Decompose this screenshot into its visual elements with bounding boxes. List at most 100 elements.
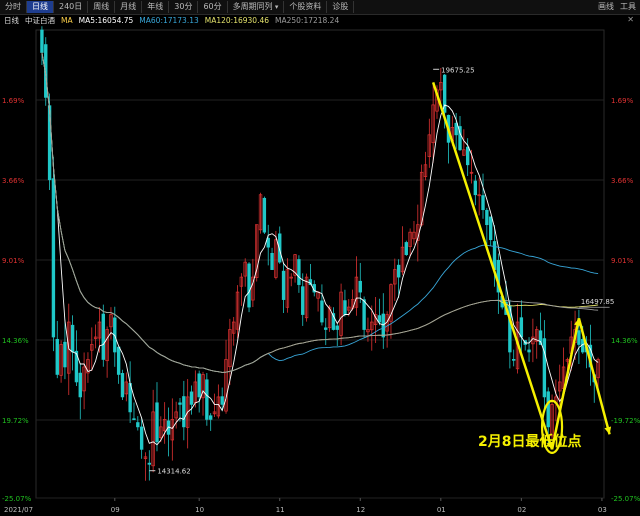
- ma-legend: 日线 中证白酒 MA MA5:16054.75 MA60:17173.13 MA…: [0, 15, 640, 26]
- chart-annotations: 19675.25 14314.62 16497.85 2月8日最低位点: [149, 66, 614, 476]
- candle-body: [189, 391, 194, 405]
- candle-body: [51, 178, 56, 338]
- x-axis-label: 2021/07: [4, 506, 33, 514]
- moving-average-lines: [41, 52, 599, 446]
- period-label: 日线: [4, 16, 19, 25]
- left-axis-label: -25.07%: [2, 495, 32, 503]
- candle-body: [546, 391, 550, 428]
- candles: [40, 26, 600, 481]
- candle-body: [101, 313, 105, 360]
- tools-menu-button[interactable]: 工具: [620, 1, 636, 12]
- ma120-value: MA120:16930.46: [204, 16, 269, 25]
- candle-body: [262, 197, 267, 233]
- right-axis-label: -19.72%: [611, 417, 640, 425]
- candle-body: [40, 29, 44, 53]
- candle-body: [78, 372, 82, 398]
- tab-5[interactable]: 年线: [142, 1, 170, 13]
- candle-body: [396, 264, 401, 278]
- chart-grid: [35, 29, 605, 499]
- tab-1[interactable]: 日线: [27, 1, 54, 13]
- candle-body: [63, 341, 67, 368]
- candle-body: [205, 379, 209, 420]
- left-axis-label: 14.36%: [2, 337, 29, 345]
- candle-body: [136, 422, 140, 428]
- candle-body: [454, 122, 458, 136]
- tab-8[interactable]: 多周期同列: [228, 1, 285, 13]
- x-axis-label: 11: [276, 506, 285, 514]
- candle-body: [120, 373, 125, 398]
- tab-3[interactable]: 周线: [88, 1, 116, 13]
- x-axis-label: 09: [111, 506, 120, 514]
- candle-body: [147, 462, 152, 465]
- tab-4[interactable]: 月线: [115, 1, 143, 13]
- candle-body: [527, 349, 531, 353]
- right-axis-label: 9.01%: [611, 257, 634, 265]
- candle-body: [47, 105, 52, 181]
- tab-0[interactable]: 分时: [0, 1, 27, 13]
- right-axis-label: 1.69%: [611, 97, 634, 105]
- left-axis-label: 19.72%: [2, 417, 29, 425]
- candle-body: [577, 330, 581, 345]
- candle-body: [343, 300, 347, 315]
- high-label: 19675.25: [441, 66, 474, 74]
- candle-body: [542, 338, 547, 398]
- right-axis-label: 14.36%: [611, 337, 638, 345]
- candle-body: [297, 259, 301, 285]
- candle-body: [465, 146, 470, 166]
- candle-body: [281, 270, 286, 300]
- ma5-line: [41, 52, 599, 446]
- left-axis-label: 3.66%: [2, 177, 25, 185]
- candle-body: [481, 195, 485, 211]
- ma60-value: MA60:17173.13: [139, 16, 199, 25]
- x-axis-label: 02: [517, 506, 526, 514]
- candle-body: [519, 317, 524, 338]
- ma-label[interactable]: MA: [61, 16, 73, 25]
- candle-body: [139, 426, 144, 450]
- trendline-second-decline: [577, 317, 611, 435]
- candlestick-chart[interactable]: 1.69% 3.66% 9.01% 14.36% 19.72% -25.07% 1.69% 3…: [0, 26, 640, 516]
- candle-body: [377, 315, 382, 323]
- draw-line-button[interactable]: 画线: [598, 1, 614, 12]
- tab-10[interactable]: 诊股: [327, 1, 355, 13]
- candle-body: [485, 209, 489, 226]
- candle-body: [320, 300, 324, 323]
- candle-body: [182, 396, 186, 428]
- candle-body: [247, 263, 251, 308]
- candle-body: [208, 415, 213, 420]
- tab-6[interactable]: 30分: [169, 1, 199, 13]
- candle-body: [358, 280, 362, 293]
- x-axis-label: 03: [598, 506, 607, 514]
- candle-body: [116, 346, 121, 375]
- candle-body: [473, 180, 478, 196]
- right-axis-label: 3.66%: [611, 177, 634, 185]
- candle-body: [55, 339, 59, 375]
- candle-body: [488, 216, 493, 241]
- x-axis-label: 01: [437, 506, 446, 514]
- candle-body: [381, 313, 385, 338]
- candle-body: [155, 402, 159, 443]
- candle-body: [197, 373, 201, 398]
- trendline-downtrend-main: [431, 82, 554, 450]
- candle-body: [178, 402, 182, 405]
- candle-body: [70, 324, 75, 353]
- toolbar-right: 画线 工具: [598, 1, 636, 12]
- low-label: 14314.62: [157, 468, 190, 476]
- candle-body: [404, 242, 408, 255]
- candle-body: [270, 252, 274, 270]
- candle-body: [362, 299, 366, 330]
- index-name: 中证白酒: [25, 16, 55, 25]
- x-axis-label: 12: [356, 506, 365, 514]
- recent-high-label: 16497.85: [581, 298, 614, 306]
- left-axis-label: 1.69%: [2, 97, 25, 105]
- period-toolbar: 分时日线240日周线月线年线30分60分多周期同列个股资料诊股: [0, 0, 640, 15]
- x-axis-label: 10: [195, 506, 204, 514]
- low-point-note: 2月8日最低位点: [478, 433, 581, 450]
- candle-body: [512, 358, 516, 361]
- candle-body: [132, 418, 136, 421]
- tab-7[interactable]: 60分: [198, 1, 228, 13]
- ma5-value: MA5:16054.75: [78, 16, 134, 25]
- tab-2[interactable]: 240日: [54, 1, 89, 13]
- right-axis-label: -25.07%: [611, 495, 640, 503]
- tab-9[interactable]: 个股资料: [284, 1, 328, 13]
- close-icon[interactable]: ✕: [627, 15, 634, 24]
